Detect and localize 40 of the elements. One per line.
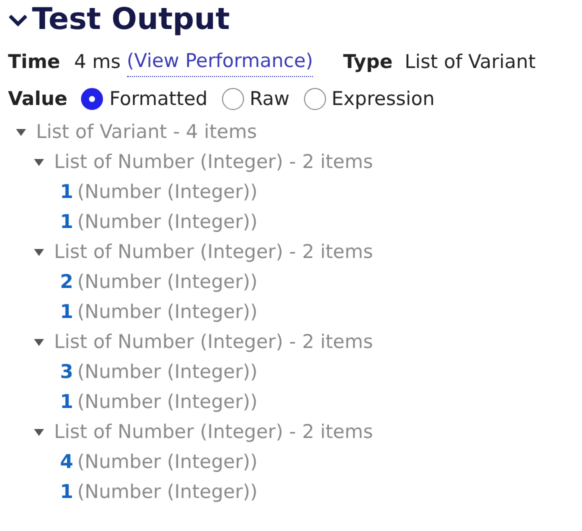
- panel-title: Test Output: [32, 1, 230, 39]
- leaf-value: 3: [60, 360, 74, 385]
- leaf-value: 4: [60, 450, 74, 475]
- tree-node-label[interactable]: List of Number (Integer) - 2 items: [54, 148, 374, 176]
- field-value: List of Variant: [404, 50, 536, 74]
- leaf-type: (Number (Integer)): [77, 300, 258, 325]
- radio-label[interactable]: Expression: [332, 84, 435, 113]
- leaf-type: (Number (Integer)): [77, 480, 258, 505]
- triangle-icon[interactable]: [34, 158, 44, 166]
- leaf-type: (Number (Integer)): [77, 270, 258, 295]
- tree-node-label[interactable]: List of Number (Integer) - 2 items: [54, 238, 374, 266]
- leaf-type: (Number (Integer)): [77, 210, 258, 235]
- chevron-icon[interactable]: [8, 12, 28, 26]
- field-label: Value: [8, 86, 68, 112]
- leaf-value: 1: [60, 480, 74, 505]
- leaf-value: 1: [60, 300, 74, 325]
- triangle-icon[interactable]: [16, 128, 26, 136]
- field-label: Type: [343, 50, 393, 74]
- leaf-type: (Number (Integer)): [77, 450, 258, 475]
- tree-node-label[interactable]: List of Number (Integer) - 2 items: [54, 328, 374, 356]
- leaf-type: (Number (Integer)): [77, 360, 258, 385]
- leaf-value: 2: [60, 270, 74, 295]
- leaf-type: (Number (Integer)): [77, 180, 258, 205]
- triangle-icon[interactable]: [34, 338, 44, 346]
- triangle-icon[interactable]: [34, 428, 44, 436]
- radio-button[interactable]: [222, 88, 244, 110]
- radio-label[interactable]: Formatted: [109, 84, 208, 113]
- tree-node-label[interactable]: List of Number (Integer) - 2 items: [54, 418, 374, 446]
- leaf-value: 1: [60, 180, 74, 205]
- view-performance-link[interactable]: (View Performance): [126, 47, 314, 76]
- radio-label[interactable]: Raw: [250, 84, 290, 113]
- tree-node-label[interactable]: List of Variant - 4 items: [36, 118, 257, 146]
- triangle-icon[interactable]: [34, 248, 44, 256]
- leaf-value: 1: [60, 390, 74, 415]
- radio-button[interactable]: [304, 88, 326, 110]
- field-value: 4 ms: [74, 50, 121, 74]
- leaf-value: 1: [60, 210, 74, 235]
- radio-button[interactable]: [81, 88, 104, 110]
- field-label: Time: [8, 50, 60, 74]
- leaf-type: (Number (Integer)): [77, 390, 258, 415]
